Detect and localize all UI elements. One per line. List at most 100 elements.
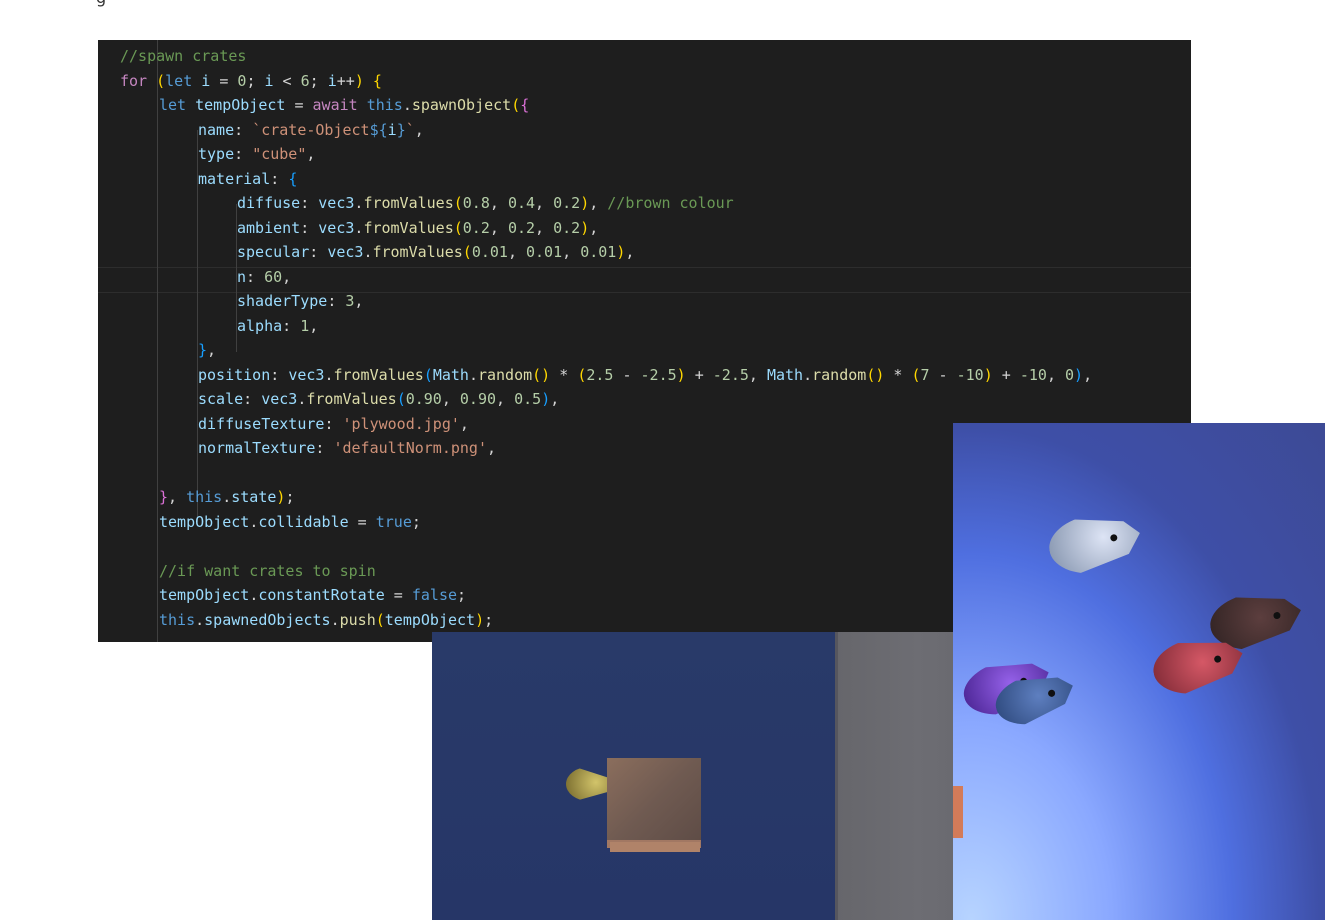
code-token: specular <box>237 243 310 261</box>
code-token: this <box>159 610 196 629</box>
code-token: ( <box>511 96 521 114</box>
code-token: fromValues <box>333 365 424 384</box>
code-token: 0.8 <box>462 194 490 212</box>
code-token: : <box>234 145 253 163</box>
code-token: } <box>198 341 208 359</box>
code-token: 0.2 <box>462 218 490 237</box>
indent-guide <box>157 40 158 642</box>
code-token: 0.01 <box>471 243 508 261</box>
code-token: ; <box>309 71 328 90</box>
code-token: , <box>489 194 508 212</box>
code-token: fromValues <box>363 218 454 237</box>
code-token: ( <box>577 365 587 384</box>
code-token: let <box>159 96 187 114</box>
code-token: await <box>312 96 358 114</box>
code-token: * <box>884 365 912 384</box>
code-token: , <box>459 414 469 433</box>
code-token: , <box>1046 365 1065 384</box>
code-token: 7 <box>920 365 930 384</box>
code-token: 0 <box>1065 365 1075 384</box>
code-token: { <box>520 96 530 114</box>
code-line: this.spawnedObjects.push(tempObject); <box>159 608 493 633</box>
code-token: : <box>324 414 343 433</box>
code-token: //brown colour <box>607 194 734 212</box>
code-token: = <box>384 586 412 604</box>
code-token: -10 <box>1019 365 1047 384</box>
code-token: tempObject <box>186 96 286 114</box>
code-token: random <box>477 365 533 384</box>
code-token: , <box>535 194 554 212</box>
code-token: , <box>748 365 767 384</box>
code-token: : <box>282 316 301 335</box>
code-token: ( <box>453 218 463 237</box>
code-token: 0.2 <box>507 218 536 237</box>
code-token: this <box>357 96 403 114</box>
code-token: , <box>1083 365 1093 384</box>
code-token: , <box>282 267 292 286</box>
code-token: 0.90 <box>459 390 497 408</box>
code-token: } <box>396 120 406 139</box>
code-token: , <box>354 292 364 310</box>
code-token: : <box>315 439 334 457</box>
code-token: false <box>411 586 458 604</box>
code-token: . <box>222 488 232 506</box>
code-line: specular: vec3.fromValues(0.01, 0.01, 0.… <box>237 240 634 265</box>
code-line: }, <box>198 338 216 363</box>
code-token: : <box>327 292 346 310</box>
code-token: spawnedObjects <box>204 610 331 629</box>
code-token: i <box>327 71 337 90</box>
code-token: - <box>929 365 957 384</box>
render-preview-crate-scene <box>432 632 954 920</box>
wall-pillar <box>835 632 954 920</box>
code-line: material: { <box>198 167 297 192</box>
code-line: scale: vec3.fromValues(0.90, 0.90, 0.5), <box>198 387 559 412</box>
code-token: ) <box>676 365 686 384</box>
code-token: Math <box>766 365 804 384</box>
code-token: . <box>330 610 340 629</box>
code-line: ambient: vec3.fromValues(0.2, 0.2, 0.2), <box>237 216 598 241</box>
code-token: normalTexture <box>198 439 316 457</box>
render-preview-fish-scene <box>953 423 1325 920</box>
code-token: - <box>613 365 641 384</box>
code-token: fromValues <box>372 243 463 261</box>
code-token: i <box>264 71 274 90</box>
code-token: , <box>625 243 635 261</box>
fish-model <box>566 767 612 801</box>
code-token: . <box>249 512 259 531</box>
code-token: n <box>237 267 247 286</box>
code-token: = <box>210 71 238 90</box>
code-token: : <box>243 390 262 408</box>
code-token: tempObject <box>159 586 250 604</box>
code-line: }, this.state); <box>159 485 294 510</box>
code-token: { <box>288 169 298 188</box>
code-token: , <box>168 488 187 506</box>
code-token: name <box>198 120 235 139</box>
code-line: //spawn crates <box>120 44 246 69</box>
code-token: i <box>387 120 397 139</box>
code-token: tempObject <box>159 512 250 531</box>
code-token: random <box>812 365 867 384</box>
code-token: collidable <box>258 512 349 531</box>
code-line: tempObject.collidable = true; <box>159 510 421 535</box>
code-token: , <box>507 243 526 261</box>
code-token: . <box>402 96 412 114</box>
crate-model <box>607 758 701 848</box>
code-line: for (let i = 0; i < 6; i++) { <box>120 69 382 94</box>
code-token: ( <box>911 365 921 384</box>
code-token: this <box>186 488 223 506</box>
code-token: , <box>535 218 554 237</box>
code-token: () <box>866 365 885 384</box>
code-token: , <box>589 218 599 237</box>
code-token: , <box>550 390 560 408</box>
code-token: alpha <box>237 316 283 335</box>
code-line: alpha: 1, <box>237 314 318 339</box>
code-token: 2.5 <box>586 365 614 384</box>
code-token: 1 <box>300 316 310 335</box>
code-token: -10 <box>956 365 984 384</box>
code-line: tempObject.constantRotate = false; <box>159 583 466 608</box>
code-token: ( <box>453 194 463 212</box>
code-line: shaderType: 3, <box>237 289 363 314</box>
code-token: . <box>468 365 478 384</box>
code-token: -2.5 <box>640 365 677 384</box>
code-token: ) { <box>354 71 382 90</box>
